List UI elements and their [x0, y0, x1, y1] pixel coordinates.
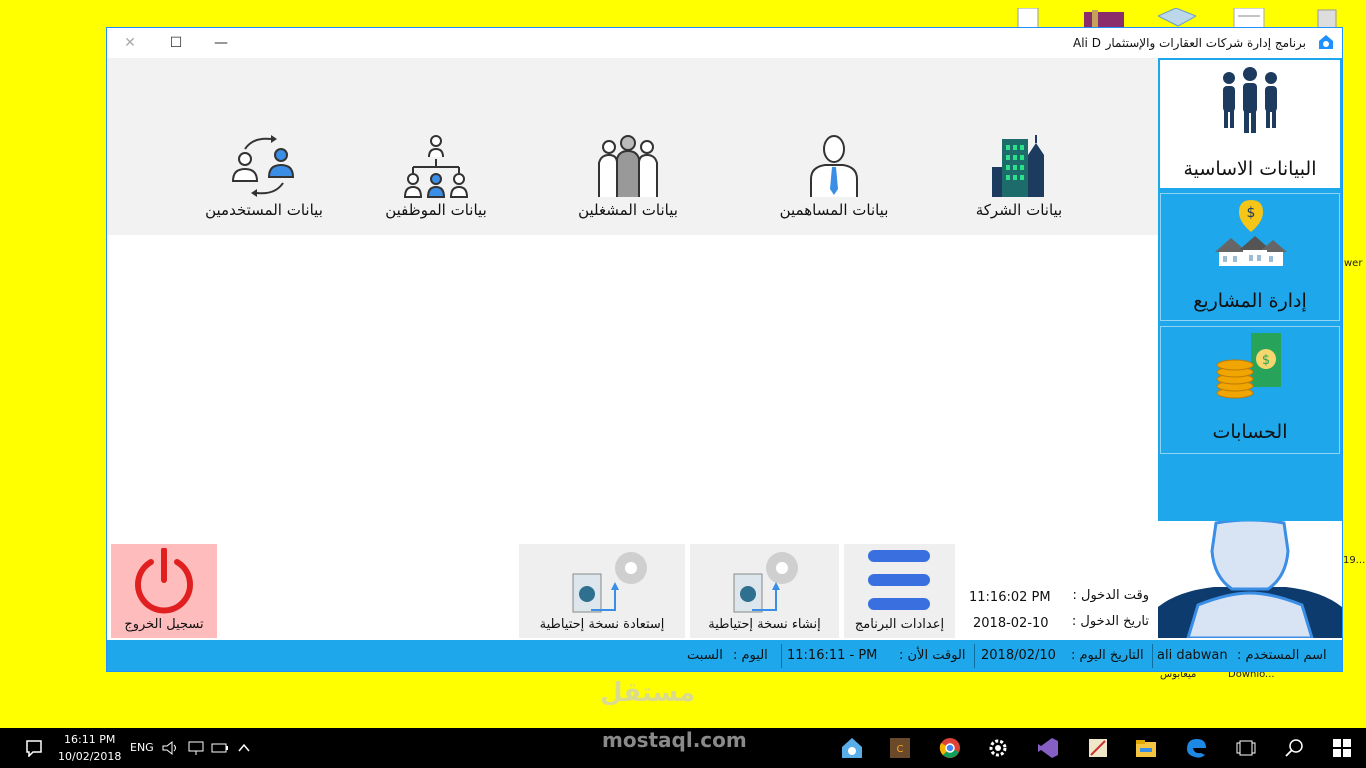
minimize-button[interactable]: —	[207, 32, 235, 54]
svg-text:$: $	[1262, 353, 1270, 368]
title-username: Ali D	[1073, 36, 1101, 50]
submenu-item-shareholders[interactable]: بيانات المساهمين	[769, 133, 899, 219]
sidebar-item-basic-data[interactable]: البيانات الاساسية	[1160, 60, 1340, 188]
status-day-value: السبت	[687, 648, 723, 663]
submenu-label-employees: بيانات الموظفين	[385, 201, 487, 219]
submenu-label-shareholders: بيانات المساهمين	[779, 201, 889, 219]
svg-text:$: $	[1247, 205, 1256, 221]
logout-label: تسجيل الخروج	[124, 617, 204, 632]
settings-label: إعدادات البرنامج	[854, 617, 945, 632]
status-separator	[1152, 644, 1153, 668]
sidebar-label-accounts: الحسابات	[1212, 421, 1288, 443]
watermark-arabic: مستقل	[600, 678, 696, 708]
status-separator	[781, 644, 782, 668]
settings-button[interactable]: إعدادات البرنامج	[844, 544, 955, 638]
taskbar: 16:11 PM 10/02/2018 ENG mostaql.com C	[0, 728, 1366, 768]
people-group-icon	[1223, 67, 1277, 133]
watermark-latin: mostaql.com	[602, 728, 747, 752]
app-house-icon	[1318, 34, 1334, 50]
task-view-icon[interactable]	[1234, 736, 1258, 760]
houses-money-icon: $	[1215, 200, 1287, 266]
status-day-label: اليوم :	[733, 648, 768, 663]
chevron-up-icon[interactable]	[232, 736, 256, 760]
user-avatar	[1158, 521, 1342, 638]
coins-cash-icon: $	[1216, 333, 1281, 399]
submenu-item-users[interactable]: بيانات المستخدمين	[195, 133, 333, 219]
submenu-panel: بيانات الشركة بيانات المساهمين بيانات ال…	[107, 58, 1158, 235]
user-silhouette-icon	[1158, 521, 1342, 638]
maximize-button[interactable]: ☐	[162, 32, 190, 54]
users-sync-icon	[231, 135, 295, 197]
power-icon	[135, 548, 193, 614]
windows-start-icon[interactable]	[1330, 736, 1354, 760]
team-icon	[598, 135, 658, 197]
edge-icon[interactable]	[1184, 736, 1208, 760]
svg-text:C: C	[897, 744, 904, 755]
submenu-item-operators[interactable]: بيانات المشغلين	[567, 133, 689, 219]
status-user-value: ali dabwan	[1157, 648, 1228, 663]
taskbar-date[interactable]: 10/02/2018	[58, 750, 121, 763]
file-explorer-icon[interactable]	[1134, 736, 1158, 760]
restore-backup-label: إستعادة نسخة إحتياطية	[539, 617, 665, 632]
create-backup-label: إنشاء نسخة إحتياطية	[708, 617, 821, 632]
restore-backup-button[interactable]: إستعادة نسخة إحتياطية	[519, 544, 685, 638]
submenu-label-users: بيانات المستخدمين	[205, 201, 323, 219]
sidebar-item-accounts[interactable]: $ الحسابات	[1160, 326, 1340, 454]
action-center-icon[interactable]	[22, 736, 46, 760]
logout-button[interactable]: تسجيل الخروج	[111, 544, 217, 638]
create-backup-button[interactable]: إنشاء نسخة إحتياطية	[690, 544, 839, 638]
status-bar: اسم المستخدم : ali dabwan التاريخ اليوم …	[107, 640, 1342, 671]
login-date-label: تاريخ الدخول :	[1071, 614, 1149, 629]
tools-icon[interactable]	[1086, 736, 1110, 760]
window-title: برنامج إدارة شركات العقارات والإستثمار	[1105, 36, 1306, 50]
sidebar-item-projects[interactable]: $ إدارة المشاريع	[1160, 193, 1340, 321]
status-date-value: 2018/02/10	[981, 648, 1056, 663]
login-time-value: 11:16:02 PM	[969, 590, 1051, 605]
search-icon[interactable]	[1282, 736, 1306, 760]
status-date-label: التاريخ اليوم :	[1071, 648, 1144, 663]
sidebar-label-projects: إدارة المشاريع	[1193, 290, 1307, 312]
sidebar: البيانات الاساسية $ إدارة المشاريع $ الح…	[1158, 58, 1342, 521]
buildings-icon	[992, 135, 1044, 197]
desktop-label-19: 19...	[1343, 555, 1366, 566]
app-house-taskbar-icon[interactable]	[840, 736, 864, 760]
hamburger-menu-icon	[868, 550, 930, 610]
visual-studio-icon[interactable]	[1036, 736, 1060, 760]
submenu-label-operators: بيانات المشغلين	[578, 201, 678, 219]
taskbar-language[interactable]: ENG	[130, 741, 154, 754]
network-icon[interactable]	[184, 736, 208, 760]
restore-disk-icon	[572, 552, 647, 613]
close-button[interactable]: ✕	[116, 32, 144, 54]
creamos-icon[interactable]: C	[888, 736, 912, 760]
chrome-icon[interactable]	[938, 736, 962, 760]
submenu-item-employees[interactable]: بيانات الموظفين	[375, 133, 497, 219]
backup-disk-icon	[733, 552, 798, 613]
settings-gear-icon[interactable]	[986, 736, 1010, 760]
org-chart-icon	[403, 135, 469, 198]
businessman-icon	[810, 135, 858, 197]
status-now-value: 11:16:11 - PM	[787, 648, 878, 663]
sidebar-label-basic-data: البيانات الاساسية	[1183, 158, 1317, 180]
title-bar: ✕ ☐ — Ali D برنامج إدارة شركات العقارات …	[107, 28, 1342, 58]
app-window: ✕ ☐ — Ali D برنامج إدارة شركات العقارات …	[106, 27, 1343, 672]
battery-icon[interactable]	[208, 736, 232, 760]
desktop-label-wer: wer	[1344, 258, 1363, 269]
volume-icon[interactable]	[158, 736, 182, 760]
status-now-label: الوقت الأن :	[899, 648, 966, 663]
login-date-value: 2018-02-10	[973, 616, 1049, 631]
status-user-label: اسم المستخدم :	[1237, 648, 1327, 663]
submenu-item-company[interactable]: بيانات الشركة	[969, 133, 1069, 219]
login-time-label: وقت الدخول :	[1072, 588, 1150, 603]
taskbar-time[interactable]: 16:11 PM	[64, 733, 115, 746]
status-separator	[974, 644, 975, 668]
submenu-label-company: بيانات الشركة	[975, 201, 1063, 219]
